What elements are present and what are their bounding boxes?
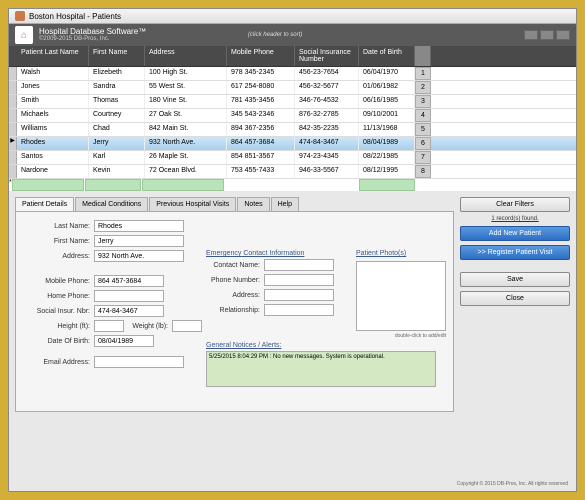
col-mobile[interactable]: Mobile Phone bbox=[227, 46, 295, 66]
emergency-contact-section: Emergency Contact Information Contact Na… bbox=[206, 250, 346, 319]
footer-copyright: Copyright © 2015 DB-Pros, Inc. All right… bbox=[457, 481, 568, 487]
col-ssn[interactable]: Social Insurance Number bbox=[295, 46, 359, 66]
patient-table: Patient Last Name First Name Address Mob… bbox=[9, 46, 576, 191]
height-field[interactable] bbox=[94, 320, 124, 332]
table-row[interactable]: Walsh Elizebeth 100 High St. 978 345-234… bbox=[9, 67, 576, 81]
app-copyright: ©2009-2015 DB-Pros, Inc. bbox=[39, 36, 146, 42]
photo-frame[interactable] bbox=[356, 261, 446, 331]
tab-medical-conditions[interactable]: Medical Conditions bbox=[75, 197, 148, 211]
alerts-text: 5/25/2015 8:04:29 PM : No new messages. … bbox=[206, 351, 436, 387]
sort-hint: (click header to sort) bbox=[248, 32, 302, 38]
mobile-field[interactable] bbox=[94, 275, 164, 287]
ec-phone-field[interactable] bbox=[264, 274, 334, 286]
close-button[interactable]: Close bbox=[460, 291, 570, 306]
tab-previous-hospital-visits[interactable]: Previous Hospital Visits bbox=[149, 197, 236, 211]
alerts-section: General Notices / Alerts: 5/25/2015 8:04… bbox=[206, 342, 436, 387]
save-button[interactable]: Save bbox=[460, 272, 570, 287]
emergency-header: Emergency Contact Information bbox=[206, 250, 346, 257]
action-panel: Clear Filters 1 record(s) found. Add New… bbox=[460, 197, 570, 485]
alerts-header: General Notices / Alerts: bbox=[206, 342, 436, 349]
patient-details-form: Last Name: First Name: Address: Mobile P… bbox=[15, 212, 454, 412]
detail-tabs: Patient DetailsMedical ConditionsPreviou… bbox=[15, 197, 454, 212]
new-row[interactable]: * bbox=[9, 179, 576, 191]
app-header: ⌂ Hospital Database Software™ ©2009-2015… bbox=[9, 24, 576, 46]
table-row[interactable]: Michaels Courtney 27 Oak St. 345 543-234… bbox=[9, 109, 576, 123]
lbl-height: Height (ft): bbox=[24, 323, 94, 330]
main-area: Patient DetailsMedical ConditionsPreviou… bbox=[9, 191, 576, 491]
titlebar: Boston Hospital - Patients bbox=[9, 9, 576, 24]
lbl-last-name: Last Name: bbox=[24, 223, 94, 230]
last-name-field[interactable] bbox=[94, 220, 184, 232]
table-row[interactable]: Williams Chad 842 Main St. 894 367-2356 … bbox=[9, 123, 576, 137]
minimize-button[interactable] bbox=[524, 30, 538, 40]
clear-filters-button[interactable]: Clear Filters bbox=[460, 197, 570, 212]
photo-hint: double-click to add/edit bbox=[356, 333, 446, 339]
table-row[interactable]: Smith Thomas 180 Vine St. 781 435-3456 3… bbox=[9, 95, 576, 109]
table-row[interactable]: Jones Sandra 55 West St. 617 254-8080 45… bbox=[9, 81, 576, 95]
lbl-weight: Weight (lb): bbox=[124, 323, 172, 330]
lbl-address: Address: bbox=[24, 253, 94, 260]
add-new-patient-button[interactable]: Add New Patient bbox=[460, 226, 570, 241]
table-row[interactable]: Santos Karl 26 Maple St. 854 851-3567 97… bbox=[9, 151, 576, 165]
lbl-email: Email Address: bbox=[24, 359, 94, 366]
address-field[interactable] bbox=[94, 250, 184, 262]
maximize-button[interactable] bbox=[540, 30, 554, 40]
ec-name-field[interactable] bbox=[264, 259, 334, 271]
ssn-field[interactable] bbox=[94, 305, 164, 317]
close-window-button[interactable] bbox=[556, 30, 570, 40]
ec-address-field[interactable] bbox=[264, 289, 334, 301]
lbl-ssn: Social Insur. Nbr: bbox=[24, 308, 94, 315]
lbl-home: Home Phone: bbox=[24, 293, 94, 300]
app-icon bbox=[15, 11, 25, 21]
col-last-name[interactable]: Patient Last Name bbox=[17, 46, 89, 66]
app-window: Boston Hospital - Patients ⌂ Hospital Da… bbox=[8, 8, 577, 492]
lbl-dob: Date Of Birth: bbox=[24, 338, 94, 345]
email-field[interactable] bbox=[94, 356, 184, 368]
table-row[interactable]: ▶ Rhodes Jerry 932 North Ave. 864 457-36… bbox=[9, 137, 576, 151]
dob-field[interactable] bbox=[94, 335, 154, 347]
table-row[interactable]: Nardone Kevin 72 Ocean Blvd. 753 455-743… bbox=[9, 165, 576, 179]
photo-header: Patient Photo(s) bbox=[356, 250, 446, 257]
tab-help[interactable]: Help bbox=[271, 197, 299, 211]
logo-icon: ⌂ bbox=[15, 26, 33, 44]
col-address[interactable]: Address bbox=[145, 46, 227, 66]
records-found: 1 record(s) found. bbox=[460, 216, 570, 222]
lbl-first-name: First Name: bbox=[24, 238, 94, 245]
register-visit-button[interactable]: >> Register Patient Visit bbox=[460, 245, 570, 260]
window-title: Boston Hospital - Patients bbox=[29, 12, 121, 21]
home-phone-field[interactable] bbox=[94, 290, 164, 302]
tab-patient-details[interactable]: Patient Details bbox=[15, 197, 74, 211]
patient-photo-section: Patient Photo(s) double-click to add/edi… bbox=[356, 250, 446, 339]
col-first-name[interactable]: First Name bbox=[89, 46, 145, 66]
tab-notes[interactable]: Notes bbox=[237, 197, 269, 211]
ec-rel-field[interactable] bbox=[264, 304, 334, 316]
first-name-field[interactable] bbox=[94, 235, 184, 247]
col-dob[interactable]: Date of Birth bbox=[359, 46, 415, 66]
table-header: Patient Last Name First Name Address Mob… bbox=[9, 46, 576, 67]
lbl-mobile: Mobile Phone: bbox=[24, 278, 94, 285]
weight-field[interactable] bbox=[172, 320, 202, 332]
